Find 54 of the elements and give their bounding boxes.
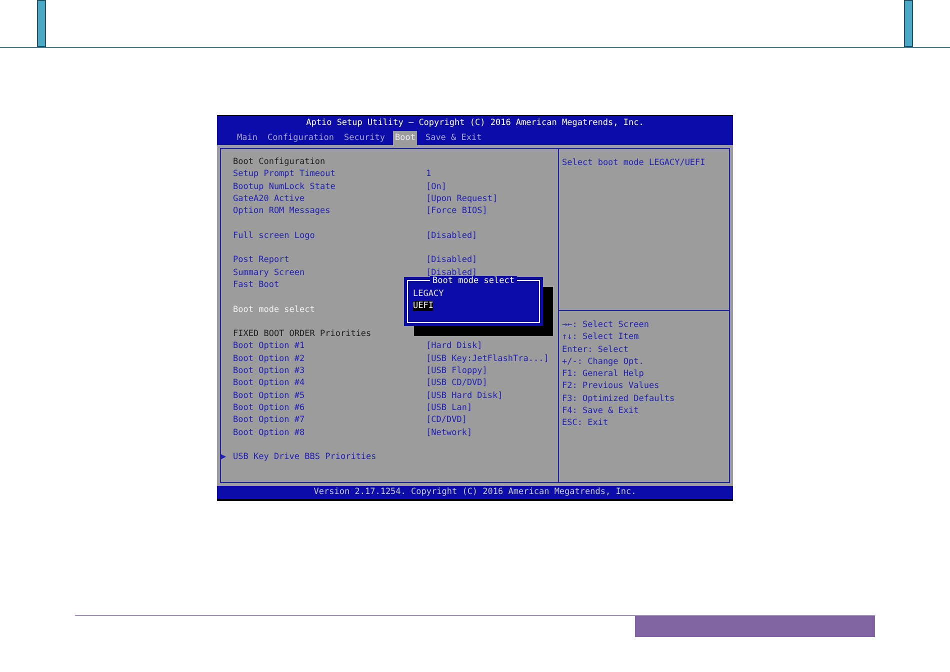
setting-value[interactable]: [USB Lan] (426, 402, 472, 414)
bios-footer: Version 2.17.1254. Copyright (C) 2016 American Megatrends, Inc. (217, 486, 733, 499)
setting-value[interactable]: [Disabled] (426, 254, 478, 267)
setting-label[interactable]: GateA20 Active (233, 192, 426, 206)
menu-tab[interactable]: Configuration (265, 131, 336, 145)
setting-value[interactable]: [USB Floppy] (426, 365, 488, 378)
popup-option[interactable]: LEGACY (413, 289, 444, 299)
key-hint: →←: Select Screen (562, 319, 650, 332)
key-hint: ESC: Exit (562, 417, 610, 430)
setting-label[interactable]: Bootup NumLock State (233, 180, 426, 193)
setting-value[interactable]: [Force BIOS] (426, 205, 488, 218)
setting-value[interactable]: [CD/DVD] (426, 414, 467, 427)
header-tab-marker (37, 0, 46, 47)
setting-value[interactable]: [USB Key:JetFlashTra...] (426, 352, 549, 366)
setting-value[interactable]: [Hard Disk] (426, 340, 482, 353)
setting-label[interactable]: Option ROM Messages (233, 205, 426, 218)
setting-value[interactable]: [On] (426, 180, 446, 193)
setting-label[interactable]: Boot Option #2 (233, 352, 426, 366)
submenu-marker: ▶ (221, 452, 226, 462)
key-hint: Enter: Select (562, 344, 630, 356)
menu-tab[interactable]: Boot (392, 131, 418, 145)
setting-label[interactable]: Setup Prompt Timeout (233, 168, 426, 181)
setting-value[interactable]: [USB Hard Disk] (426, 390, 503, 402)
setting-value[interactable]: [Disabled] (426, 230, 478, 242)
key-hint: ↑↓: Select Item (562, 331, 640, 344)
key-hint: F4: Save & Exit (562, 405, 640, 418)
setting-label[interactable]: Boot Option #3 (233, 365, 426, 378)
key-hint: +/-: Change Opt. (562, 356, 645, 368)
setting-value[interactable]: [USB CD/DVD] (426, 377, 488, 390)
key-hint: F1: General Help (562, 368, 645, 380)
key-hint: F3: Optimized Defaults (562, 392, 676, 406)
menu-tab[interactable]: Main (235, 131, 260, 145)
setting-label[interactable]: USB Key Drive BBS Priorities (233, 451, 426, 464)
key-hint: F2: Previous Values (562, 380, 660, 393)
setting-label[interactable]: Boot Option #8 (233, 426, 426, 439)
setting-label[interactable]: Full screen Logo (233, 230, 426, 242)
popup-option[interactable]: UEFI (413, 301, 434, 312)
setting-label[interactable]: Boot Option #4 (233, 377, 426, 390)
setting-value[interactable]: [Network] (426, 426, 472, 439)
bios-title: Aptio Setup Utility – Copyright (C) 2016 American Megatrends, Inc. (217, 116, 733, 131)
setting-label[interactable]: Boot Option #7 (233, 414, 426, 427)
setting-label[interactable]: Boot Option #1 (233, 340, 426, 353)
menu-tab[interactable]: Security (342, 131, 387, 145)
section-header: Boot Configuration (233, 156, 326, 168)
setting-label[interactable]: Boot Option #5 (233, 390, 426, 402)
menu-tab[interactable]: Save & Exit (423, 131, 484, 145)
setting-label[interactable]: Boot Option #6 (233, 402, 426, 414)
setting-value[interactable]: 1 (426, 168, 432, 181)
header-tab-marker (904, 0, 913, 47)
setting-value[interactable]: [Upon Request] (426, 192, 498, 206)
section-header: FIXED BOOT ORDER Priorities (233, 328, 372, 340)
help-text: Select boot mode LEGACY/UEFI (559, 149, 729, 311)
setting-label[interactable]: Post Report (233, 254, 426, 267)
setting-label[interactable]: Summary Screen (233, 266, 426, 279)
